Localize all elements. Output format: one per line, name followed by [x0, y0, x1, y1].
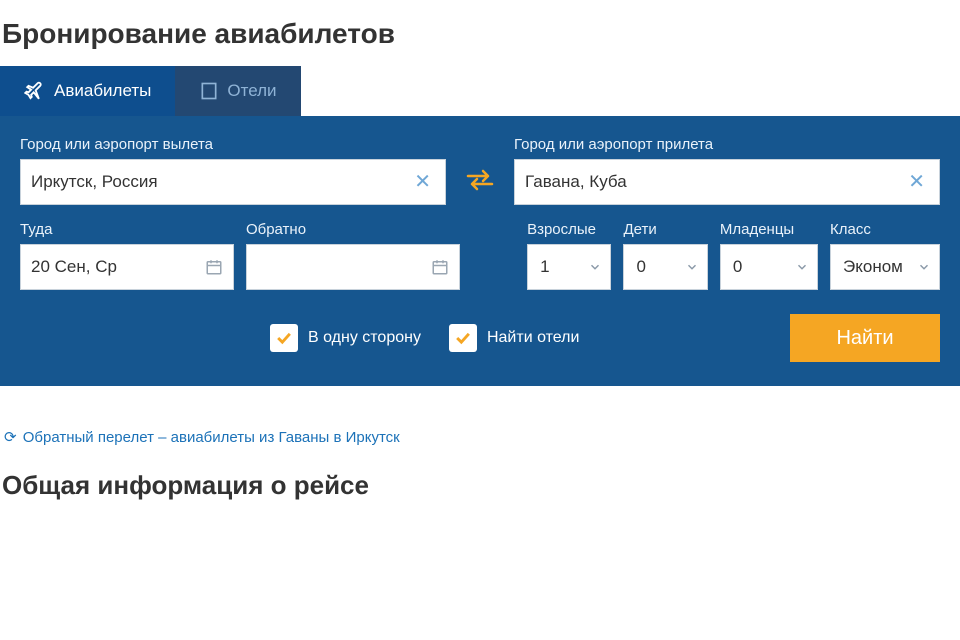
- depart-input[interactable]: [31, 257, 205, 277]
- depart-label: Туда: [20, 221, 234, 238]
- adults-select[interactable]: 1: [527, 244, 611, 290]
- check-icon: [274, 328, 294, 348]
- children-value: 0: [636, 257, 645, 277]
- checkbox-box: [449, 324, 477, 352]
- infants-value: 0: [733, 257, 742, 277]
- depart-input-wrap[interactable]: [20, 244, 234, 290]
- return-label: Обратно: [246, 221, 460, 238]
- children-label: Дети: [623, 221, 707, 238]
- chevron-down-icon: [685, 260, 699, 274]
- one-way-checkbox[interactable]: В одну сторону: [270, 324, 421, 352]
- calendar-icon: [431, 258, 449, 276]
- find-hotels-label: Найти отели: [487, 329, 579, 347]
- plane-icon: [24, 80, 46, 102]
- flight-info-title: Общая информация о рейсе: [0, 454, 960, 501]
- checkbox-box: [270, 324, 298, 352]
- return-input-wrap[interactable]: [246, 244, 460, 290]
- swap-button[interactable]: [458, 159, 502, 205]
- building-icon: [199, 81, 219, 101]
- return-input[interactable]: [257, 257, 431, 277]
- return-flight-link[interactable]: Обратный перелет – авиабилеты из Гаваны …: [0, 386, 960, 454]
- find-hotels-checkbox[interactable]: Найти отели: [449, 324, 579, 352]
- swap-icon: [464, 168, 496, 197]
- chevron-down-icon: [588, 260, 602, 274]
- to-input[interactable]: [525, 172, 904, 192]
- tab-flights-label: Авиабилеты: [54, 81, 151, 101]
- chevron-down-icon: [795, 260, 809, 274]
- chevron-down-icon: [917, 260, 931, 274]
- from-label: Город или аэропорт вылета: [20, 136, 446, 153]
- page-title: Бронирование авиабилетов: [0, 0, 960, 66]
- adults-value: 1: [540, 257, 549, 277]
- tabs: Авиабилеты Отели: [0, 66, 960, 116]
- check-icon: [453, 328, 473, 348]
- children-select[interactable]: 0: [623, 244, 707, 290]
- to-input-wrap: ✕: [514, 159, 940, 205]
- from-input-wrap: ✕: [20, 159, 446, 205]
- search-panel: Город или аэропорт вылета ✕ Город или аэ…: [0, 116, 960, 386]
- search-button[interactable]: Найти: [790, 314, 940, 362]
- from-input[interactable]: [31, 172, 410, 192]
- class-select[interactable]: Эконом: [830, 244, 940, 290]
- adults-label: Взрослые: [527, 221, 611, 238]
- clear-from-icon[interactable]: ✕: [410, 172, 435, 192]
- class-value: Эконом: [843, 257, 903, 277]
- to-label: Город или аэропорт прилета: [514, 136, 940, 153]
- class-label: Класс: [830, 221, 940, 238]
- calendar-icon: [205, 258, 223, 276]
- tab-flights[interactable]: Авиабилеты: [0, 66, 175, 116]
- tab-hotels[interactable]: Отели: [175, 66, 300, 116]
- infants-label: Младенцы: [720, 221, 818, 238]
- infants-select[interactable]: 0: [720, 244, 818, 290]
- tab-hotels-label: Отели: [227, 81, 276, 101]
- clear-to-icon[interactable]: ✕: [904, 172, 929, 192]
- one-way-label: В одну сторону: [308, 329, 421, 347]
